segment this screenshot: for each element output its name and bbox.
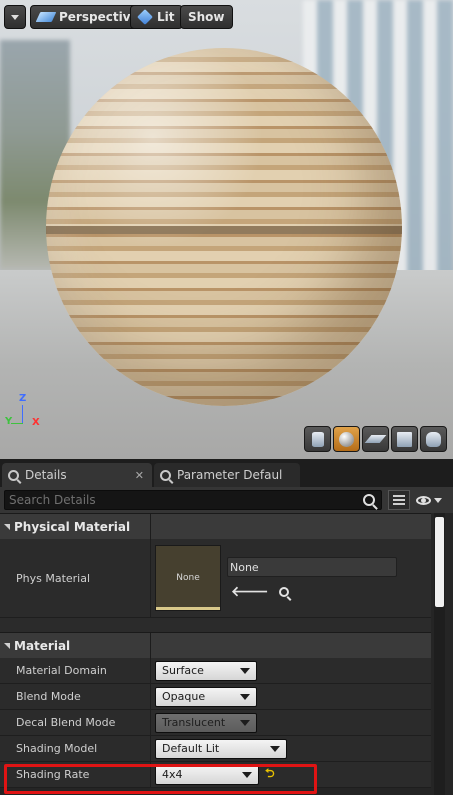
blend-mode-dropdown[interactable]: Opaque — [155, 686, 257, 707]
panel-tab-bar: Details ✕ Parameter Defaults — [0, 459, 453, 487]
details-icon — [8, 469, 19, 481]
tab-details-label: Details — [25, 468, 67, 482]
axis-z-label: Z — [19, 393, 27, 404]
dropdown-value: Default Lit — [162, 742, 220, 755]
chevron-down-icon — [240, 693, 250, 700]
perspective-icon — [35, 12, 57, 22]
dropdown-value: Opaque — [162, 690, 206, 703]
property-value: Opaque — [151, 684, 431, 709]
section-physical-material[interactable]: Physical Material — [0, 513, 431, 540]
view-options-button[interactable] — [416, 495, 442, 505]
search-icon — [363, 494, 375, 506]
sphere-preview-button[interactable] — [333, 426, 360, 452]
axis-x-label: X — [32, 417, 40, 428]
cylinder-icon — [311, 431, 324, 447]
cube-preview-button[interactable] — [391, 426, 418, 452]
property-value: None None 🡐 — [151, 539, 431, 617]
shading-rate-dropdown[interactable]: 4x4 — [155, 764, 259, 785]
phys-material-asset-picker[interactable]: None — [227, 557, 397, 577]
chevron-down-icon — [11, 14, 19, 20]
section-spacer — [0, 618, 431, 632]
use-selected-asset-icon[interactable]: 🡐 — [231, 583, 269, 600]
tab-details[interactable]: Details ✕ — [2, 463, 152, 487]
collapse-arrow-icon — [4, 523, 10, 530]
section-physical-material-title: Physical Material — [14, 519, 131, 534]
property-value: Default Lit — [151, 736, 431, 761]
close-icon[interactable]: ✕ — [135, 469, 144, 482]
chevron-down-icon — [434, 497, 442, 503]
details-scrollbar-thumb[interactable] — [435, 517, 444, 607]
property-value: Surface — [151, 658, 431, 683]
property-row-shading-model: Shading Model Default Lit — [0, 736, 431, 762]
teapot-icon — [426, 431, 441, 447]
section-material[interactable]: Material — [0, 632, 431, 659]
property-matrix-button[interactable] — [388, 490, 410, 510]
property-label: Decal Blend Mode — [0, 710, 151, 735]
chevron-down-icon — [240, 719, 250, 726]
reset-to-default-icon[interactable]: ⮌ — [265, 764, 275, 785]
browse-asset-icon[interactable] — [278, 586, 289, 597]
section-material-title: Material — [14, 638, 71, 653]
search-row — [0, 487, 453, 513]
plane-icon — [364, 435, 387, 443]
lit-button[interactable]: Lit — [130, 5, 183, 29]
search-details-input[interactable] — [9, 493, 359, 507]
property-label: Shading Model — [0, 736, 151, 761]
property-value: 4x4 ⮌ — [151, 762, 431, 787]
axis-gizmo: Z Y X — [5, 393, 45, 433]
tab-parameter-defaults-label: Parameter Defaults — [177, 468, 282, 482]
preview-sphere[interactable] — [46, 48, 402, 406]
material-preview-viewport[interactable]: Perspective Lit Show Z Y X — [0, 0, 453, 459]
dropdown-value: Surface — [162, 664, 204, 677]
tab-parameter-defaults[interactable]: Parameter Defaults — [154, 463, 300, 487]
property-value: Translucent — [151, 710, 431, 735]
material-domain-dropdown[interactable]: Surface — [155, 660, 257, 681]
perspective-label: Perspective — [59, 10, 139, 24]
preview-shape-toolbar — [304, 426, 447, 452]
asset-thumbnail-text: None — [176, 573, 200, 583]
property-row-decal-blend-mode: Decal Blend Mode Translucent — [0, 710, 431, 736]
details-content: Physical Material Phys Material None Non… — [0, 513, 453, 795]
asset-thumbnail[interactable]: None — [155, 545, 221, 611]
decal-blend-mode-dropdown: Translucent — [155, 712, 257, 733]
lit-label: Lit — [157, 10, 175, 24]
viewport-options-button[interactable] — [4, 5, 26, 29]
chevron-down-icon — [270, 745, 280, 752]
property-label: Blend Mode — [0, 684, 151, 709]
property-row-blend-mode: Blend Mode Opaque — [0, 684, 431, 710]
details-panel: Details ✕ Parameter Defaults P — [0, 459, 453, 795]
search-box — [4, 490, 382, 510]
custom-mesh-preview-button[interactable] — [420, 426, 447, 452]
property-row-shading-rate: Shading Rate 4x4 ⮌ — [0, 762, 431, 788]
show-button[interactable]: Show — [180, 5, 233, 29]
phys-material-value: None — [230, 560, 259, 574]
chevron-down-icon — [240, 667, 250, 674]
property-row-material-domain: Material Domain Surface — [0, 658, 431, 684]
property-label: Shading Rate — [0, 762, 151, 787]
chevron-down-icon — [242, 771, 252, 778]
list-view-icon — [393, 495, 405, 505]
property-label: Phys Material — [0, 539, 151, 617]
axis-y-label: Y — [5, 416, 13, 427]
lit-cube-icon — [137, 9, 153, 25]
parameter-defaults-icon — [160, 469, 171, 481]
eye-icon — [416, 495, 431, 505]
shading-model-dropdown[interactable]: Default Lit — [155, 738, 287, 759]
sphere-icon — [339, 431, 354, 447]
show-label: Show — [188, 10, 225, 24]
property-label: Material Domain — [0, 658, 151, 683]
collapse-arrow-icon — [4, 642, 10, 649]
dropdown-value: Translucent — [162, 716, 226, 729]
cube-icon — [397, 431, 412, 447]
dropdown-value: 4x4 — [162, 768, 183, 781]
cylinder-preview-button[interactable] — [304, 426, 331, 452]
property-row-phys-material: Phys Material None None 🡐 — [0, 539, 431, 618]
plane-preview-button[interactable] — [362, 426, 389, 452]
